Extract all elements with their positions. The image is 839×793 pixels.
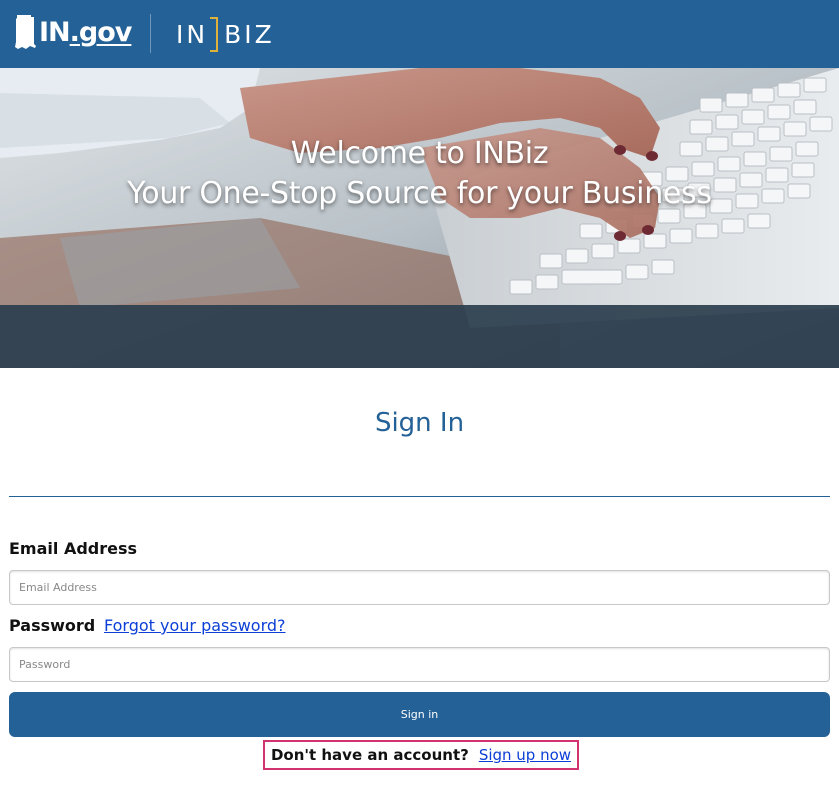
inbiz-logo-bracket bbox=[210, 16, 219, 52]
indiana-state-icon bbox=[15, 15, 36, 49]
section-divider bbox=[9, 496, 830, 497]
hero-tagline: Your One-Stop Source for your Business bbox=[127, 176, 712, 211]
inbiz-logo-link[interactable]: IN BIZ bbox=[176, 15, 275, 53]
hero-bottom-band bbox=[0, 305, 839, 368]
inbiz-logo-right: BIZ bbox=[224, 19, 275, 49]
signup-prompt: Don't have an account? Sign up now bbox=[263, 740, 579, 770]
sign-up-link[interactable]: Sign up now bbox=[479, 746, 571, 764]
forgot-password-link[interactable]: Forgot your password? bbox=[104, 616, 286, 635]
hero-welcome-heading: Welcome to INBiz bbox=[290, 136, 549, 171]
password-label: Password bbox=[9, 616, 96, 635]
password-input[interactable] bbox=[9, 647, 830, 682]
header-divider bbox=[150, 14, 151, 53]
sign-in-heading: Sign In bbox=[374, 408, 465, 438]
email-label: Email Address bbox=[9, 539, 138, 558]
site-header: IN.gov IN BIZ bbox=[0, 0, 839, 68]
inbiz-logo-left: IN bbox=[176, 19, 209, 49]
ingov-logo-text: IN.gov bbox=[39, 16, 132, 48]
no-account-text: Don't have an account? bbox=[270, 746, 469, 764]
hero-banner: Welcome to INBiz Your One-Stop Source fo… bbox=[0, 68, 839, 368]
email-input[interactable] bbox=[9, 570, 830, 605]
ingov-logo-link[interactable]: IN.gov bbox=[14, 13, 132, 51]
sign-in-button[interactable]: Sign in bbox=[9, 692, 830, 737]
